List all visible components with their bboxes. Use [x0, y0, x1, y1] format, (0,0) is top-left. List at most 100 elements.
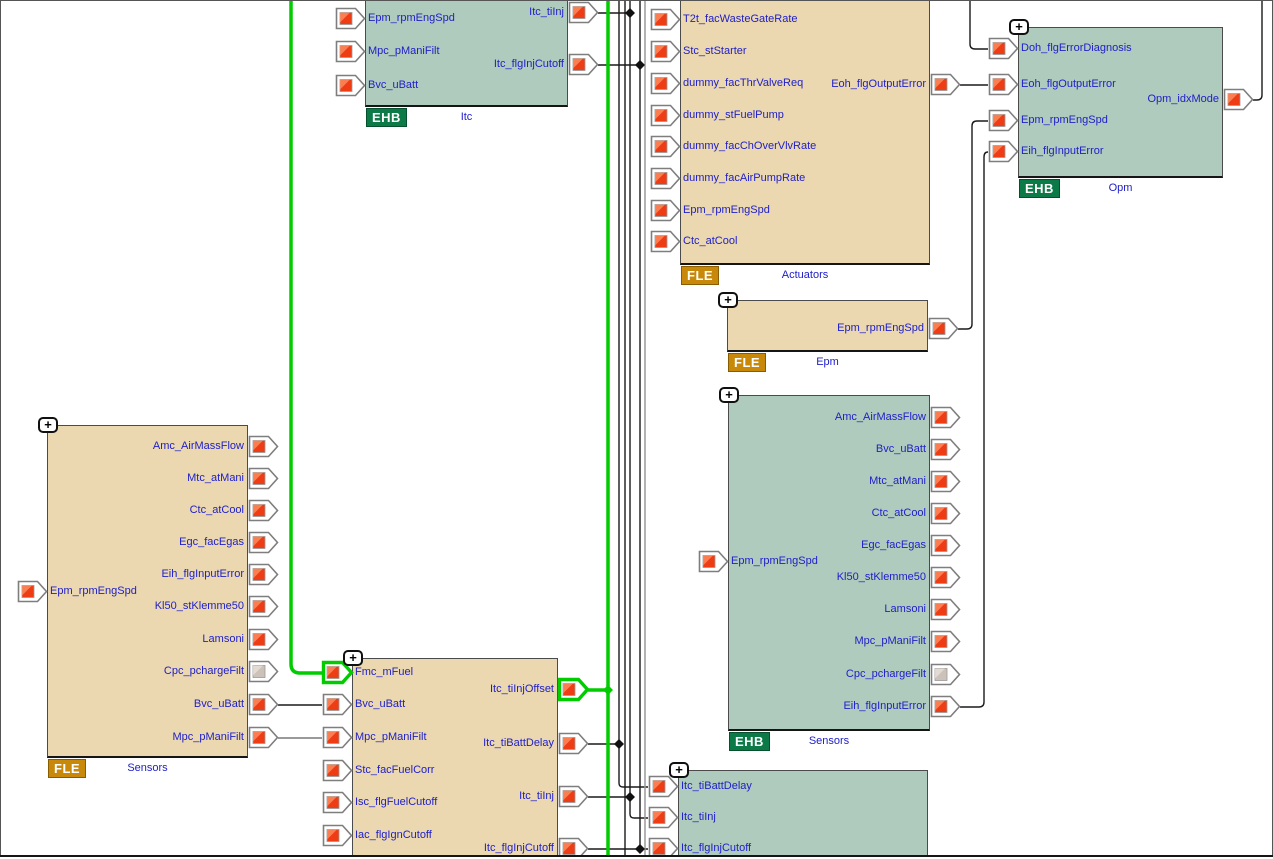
port-Epm_rpmEngSpd[interactable] [335, 7, 366, 30]
port-Eoh_flgOutputError[interactable] [930, 73, 961, 96]
port-Itc_tiInjOffset[interactable] [558, 678, 589, 701]
port-label: Lamsoni [728, 602, 926, 617]
port-Ctc_atCool[interactable] [650, 230, 681, 253]
port-Ctc_atCool[interactable] [930, 502, 961, 525]
block-name-sensors-ehb: Sensors [728, 734, 930, 748]
port-label: Eoh_flgOutputError [1021, 77, 1116, 92]
port-Bvc_uBatt[interactable] [322, 693, 353, 716]
port-Egc_facEgas[interactable] [248, 531, 279, 554]
port-Eih_flgInputError[interactable] [930, 695, 961, 718]
port-Eoh_flgOutputError[interactable] [988, 73, 1019, 96]
port-Cpc_pchargeFilt[interactable] [930, 663, 961, 686]
port-Isc_flgFuelCutoff[interactable] [322, 791, 353, 814]
port-label: Doh_flgErrorDiagnosis [1021, 41, 1132, 56]
port-label: Ctc_atCool [728, 506, 926, 521]
wire-net-tiBattDelay-vertical[interactable] [619, 0, 648, 787]
port-Lamsoni[interactable] [248, 628, 279, 651]
port-Bvc_uBatt[interactable] [248, 693, 279, 716]
port-label: Bvc_uBatt [47, 697, 244, 712]
port-label: Cpc_pchargeFilt [47, 664, 244, 679]
port-label: Kl50_stKlemme50 [728, 570, 926, 585]
port-label: Amc_AirMassFlow [728, 410, 926, 425]
port-Eih_flgInputError[interactable] [248, 563, 279, 586]
port-Itc_tiBattDelay[interactable] [558, 732, 589, 755]
port-label: Opm_idxMode [1018, 92, 1219, 107]
port-Stc_facFuelCorr[interactable] [322, 759, 353, 782]
port-dummy_stFuelPump[interactable] [650, 104, 681, 127]
port-label: Mtc_atMani [47, 471, 244, 486]
port-label: Itc_tiInj [365, 5, 564, 20]
port-Mpc_pManiFilt[interactable] [248, 726, 279, 749]
block-name-sensors-fle: Sensors [47, 761, 248, 775]
port-Epm_rpmEngSpd[interactable] [650, 199, 681, 222]
port-Cpc_pchargeFilt[interactable] [248, 660, 279, 683]
port-label: Eih_flgInputError [1021, 144, 1104, 159]
port-Epm_rpmEngSpd[interactable] [988, 109, 1019, 132]
port-Mpc_pManiFilt[interactable] [930, 630, 961, 653]
wire-doh-from-top[interactable] [970, 0, 988, 49]
expand-icon[interactable]: + [343, 650, 363, 666]
port-label: Mpc_pManiFilt [47, 730, 244, 745]
expand-icon[interactable]: + [38, 417, 58, 433]
port-Itc_tiInj[interactable] [648, 806, 679, 829]
port-label: Mpc_pManiFilt [728, 634, 926, 649]
port-label: Stc_stStarter [683, 44, 747, 59]
port-label: T2t_facWasteGateRate [683, 12, 798, 27]
port-Doh_flgErrorDiagnosis[interactable] [988, 37, 1019, 60]
port-Epm_rpmEngSpd[interactable] [928, 317, 959, 340]
expand-icon[interactable]: + [669, 762, 689, 778]
port-Ctc_atCool[interactable] [248, 499, 279, 522]
block-name-itc: Itc [365, 110, 568, 124]
port-label: dummy_stFuelPump [683, 108, 784, 123]
port-dummy_facAirPumpRate[interactable] [650, 167, 681, 190]
block-actuators[interactable] [680, 0, 930, 265]
port-Epm_rpmEngSpd[interactable] [698, 550, 729, 573]
port-Bvc_uBatt[interactable] [930, 438, 961, 461]
port-label: Eih_flgInputError [47, 567, 244, 582]
port-label: Itc_flgInjCutoff [365, 57, 564, 72]
port-Eih_flgInputError[interactable] [988, 140, 1019, 163]
diagram-canvas[interactable]: EHBItcEpm_rpmEngSpdMpc_pManiFiltBvc_uBat… [0, 0, 1273, 859]
port-label: Epm_rpmEngSpd [731, 554, 818, 569]
expand-icon[interactable]: + [1009, 19, 1029, 35]
port-Stc_stStarter[interactable] [650, 40, 681, 63]
expand-icon[interactable]: + [719, 387, 739, 403]
port-Itc_tiBattDelay[interactable] [648, 775, 679, 798]
port-Kl50_stKlemme50[interactable] [930, 566, 961, 589]
port-dummy_facChOverVlvRate[interactable] [650, 135, 681, 158]
port-Bvc_uBatt[interactable] [335, 74, 366, 97]
port-Lamsoni[interactable] [930, 598, 961, 621]
port-label: Epm_rpmEngSpd [1021, 113, 1108, 128]
wire-green-fmc-mfuel[interactable] [291, 0, 322, 673]
port-Kl50_stKlemme50[interactable] [248, 595, 279, 618]
port-T2t_facWasteGateRate[interactable] [650, 8, 681, 31]
port-label: Eoh_flgOutputError [680, 77, 926, 92]
port-label: dummy_facChOverVlvRate [683, 139, 816, 154]
port-Itc_tiInj[interactable] [558, 785, 589, 808]
block-name-actuators: Actuators [680, 268, 930, 282]
port-Amc_AirMassFlow[interactable] [248, 435, 279, 458]
port-Mpc_pManiFilt[interactable] [322, 726, 353, 749]
port-label: Bvc_uBatt [728, 442, 926, 457]
port-Opm_idxMode[interactable] [1223, 88, 1254, 111]
port-Itc_tiInj[interactable] [568, 1, 599, 24]
expand-icon[interactable]: + [718, 292, 738, 308]
port-Epm_rpmEngSpd[interactable] [17, 580, 48, 603]
port-Amc_AirMassFlow[interactable] [930, 406, 961, 429]
block-name-opm: Opm [1018, 181, 1223, 195]
port-label: Itc_tiBattDelay [681, 779, 752, 794]
port-Egc_facEgas[interactable] [930, 534, 961, 557]
port-label: Epm_rpmEngSpd [727, 321, 924, 336]
port-label: Itc_tiInj [681, 810, 716, 825]
port-label: Egc_facEgas [728, 538, 926, 553]
port-Mpc_pManiFilt[interactable] [335, 40, 366, 63]
wire-eih-to-opm[interactable] [960, 152, 988, 707]
port-dummy_facThrValveReq[interactable] [650, 72, 681, 95]
wire-opm-idxmode-up[interactable] [1253, 0, 1262, 100]
port-Mtc_atMani[interactable] [248, 467, 279, 490]
port-label: Eih_flgInputError [728, 699, 926, 714]
port-Itc_flgInjCutoff[interactable] [568, 53, 599, 76]
port-Mtc_atMani[interactable] [930, 470, 961, 493]
port-label: Itc_tiInj [352, 789, 554, 804]
port-Iac_flgIgnCutoff[interactable] [322, 824, 353, 847]
